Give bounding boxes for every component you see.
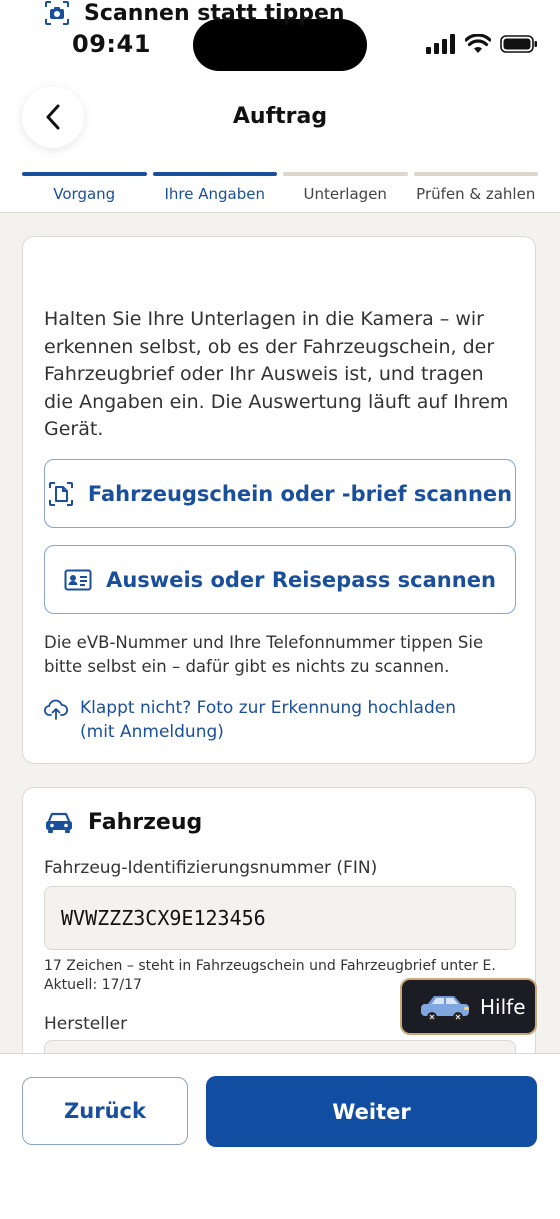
dynamic-island: [193, 19, 367, 71]
fin-hint-text: 17 Zeichen – steht in Fahrzeugschein und…: [44, 958, 496, 974]
manual-entry-hint: Die eVB-Nummer und Ihre Telefonnummer ti…: [44, 633, 484, 676]
cloud-upload-icon: [44, 699, 68, 720]
scan-id-label: Ausweis oder Reisepass scannen: [106, 567, 496, 592]
status-time: 09:41: [72, 30, 151, 58]
scan-vehicle-doc-label: Fahrzeugschein oder -brief scannen: [87, 481, 513, 506]
fin-input[interactable]: WVWZZZ3CX9E123456: [44, 886, 516, 950]
zurueck-button[interactable]: Zurück: [22, 1077, 188, 1145]
camera-scan-icon: [45, 0, 69, 25]
car-icon: [46, 812, 72, 833]
car-help-icon: [421, 995, 469, 1022]
vehicle-card-title: Fahrzeug: [44, 810, 202, 835]
fin-label: Fahrzeug-Identifizierungsnummer (FIN): [44, 858, 378, 878]
battery-icon: [500, 35, 537, 53]
step-ihre-angaben[interactable]: Ihre Angaben: [152, 172, 277, 203]
step-bar: [152, 172, 277, 176]
help-button-label: Hilfe: [480, 994, 526, 1019]
scan-card-title-text: Scannen statt tippen: [84, 0, 345, 26]
weiter-button[interactable]: Weiter: [206, 1076, 537, 1147]
status-icons: [426, 34, 538, 54]
vehicle-card-title-text: Fahrzeug: [88, 810, 203, 835]
upload-photo-link-text: Klappt nicht? Foto zur Erkennung hochlad…: [80, 698, 456, 742]
upload-photo-link[interactable]: Klappt nicht? Foto zur Erkennung hochlad…: [44, 696, 490, 744]
document-scan-icon: [48, 481, 73, 506]
step-label: Prüfen & zahlen: [416, 185, 536, 203]
cellular-signal-icon: [426, 34, 455, 54]
step-bar: [22, 172, 147, 176]
scan-intro-text: Halten Sie Ihre Unterlagen in die Kamera…: [44, 308, 509, 440]
step-unterlagen[interactable]: Unterlagen: [283, 172, 408, 203]
scan-id-button[interactable]: Ausweis oder Reisepass scannen: [44, 545, 516, 614]
step-bar: [283, 172, 408, 176]
step-bar: [413, 172, 538, 176]
help-button[interactable]: Hilfe: [400, 978, 537, 1035]
scan-card-title: Scannen statt tippen: [44, 0, 345, 26]
manufacturer-label: Hersteller: [44, 1014, 128, 1034]
step-pruefen-zahlen[interactable]: Prüfen & zahlen: [413, 172, 538, 203]
id-card-icon: [64, 569, 92, 590]
step-label: Vorgang: [53, 185, 116, 203]
step-label: Ihre Angaben: [164, 185, 265, 203]
page-title: Auftrag: [232, 104, 328, 129]
step-label: Unterlagen: [303, 185, 387, 203]
progress-steps: Vorgang Ihre Angaben Unterlagen Prüfen &…: [22, 172, 538, 203]
step-vorgang[interactable]: Vorgang: [22, 172, 147, 203]
wifi-icon: [465, 34, 491, 53]
scan-vehicle-doc-button[interactable]: Fahrzeugschein oder -brief scannen: [44, 459, 516, 528]
